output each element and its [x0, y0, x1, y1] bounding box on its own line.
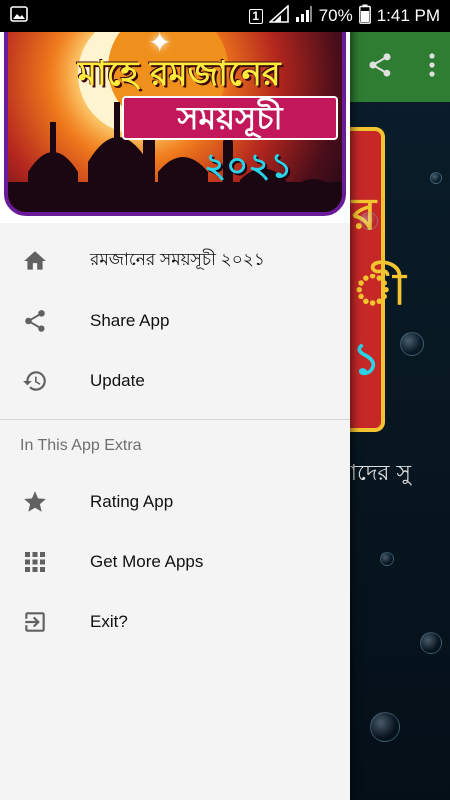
sim-indicator: 1	[248, 8, 263, 24]
menu-item-exit[interactable]: Exit?	[0, 592, 350, 652]
battery-icon	[358, 4, 371, 29]
header-banner-image: ✦ মাহে রমজানের সময়সূচী ২০২১	[4, 4, 346, 216]
banner-year: ২০২১	[204, 146, 293, 186]
clock: 1:41 PM	[376, 6, 440, 25]
bubble-decoration	[430, 172, 442, 184]
drawer-header: ✦ মাহে রমজানের সময়সূচী ২০২১	[0, 0, 350, 223]
menu-label-update: Update	[90, 371, 145, 390]
home-icon	[20, 246, 50, 276]
banner-subtitle: সময়সূচী	[122, 96, 338, 140]
navigation-drawer: ✦ মাহে রমজানের সময়সূচী ২০২১ রমজানের সময…	[0, 0, 350, 800]
card-glyph-3: ১	[352, 334, 381, 385]
section-title-extra: In This App Extra	[20, 437, 142, 454]
menu-item-update[interactable]: Update	[0, 351, 350, 411]
apps-grid-icon	[20, 547, 50, 577]
menu-label-exit: Exit?	[90, 612, 128, 631]
history-icon	[20, 366, 50, 396]
menu-label-share-app: Share App	[90, 311, 170, 330]
share-icon[interactable]	[366, 51, 394, 83]
battery-percentage: 70%	[318, 6, 353, 25]
star-icon	[20, 487, 50, 517]
gallery-notification-icon	[10, 6, 28, 26]
bubble-decoration	[370, 712, 400, 742]
menu-label-home: রমজানের সময়সূচী ২০২১	[90, 250, 265, 269]
overflow-menu-icon[interactable]	[428, 52, 436, 82]
menu-item-share-app[interactable]: Share App	[0, 291, 350, 351]
menu-item-home[interactable]: রমজানের সময়সূচী ২০২১	[0, 231, 350, 291]
exit-icon	[20, 607, 50, 637]
signal-icon	[267, 3, 289, 28]
bubble-decoration	[360, 212, 378, 230]
bubble-decoration	[400, 332, 424, 356]
status-bar: 1 70% 1:41 PM	[0, 0, 450, 32]
menu-label-rating-app: Rating App	[90, 492, 174, 511]
share-icon	[20, 306, 50, 336]
card-glyph-2: ী	[352, 264, 406, 315]
bubble-decoration	[420, 632, 442, 654]
signal-icon-2	[295, 5, 313, 28]
menu-label-get-more-apps: Get More Apps	[90, 552, 204, 571]
bubble-decoration	[380, 552, 394, 566]
menu-item-rating-app[interactable]: Rating App	[0, 472, 350, 532]
menu-item-get-more-apps[interactable]: Get More Apps	[0, 532, 350, 592]
drawer-menu: রমজানের সময়সূচী ২০২১ Share App Update I…	[0, 231, 350, 652]
